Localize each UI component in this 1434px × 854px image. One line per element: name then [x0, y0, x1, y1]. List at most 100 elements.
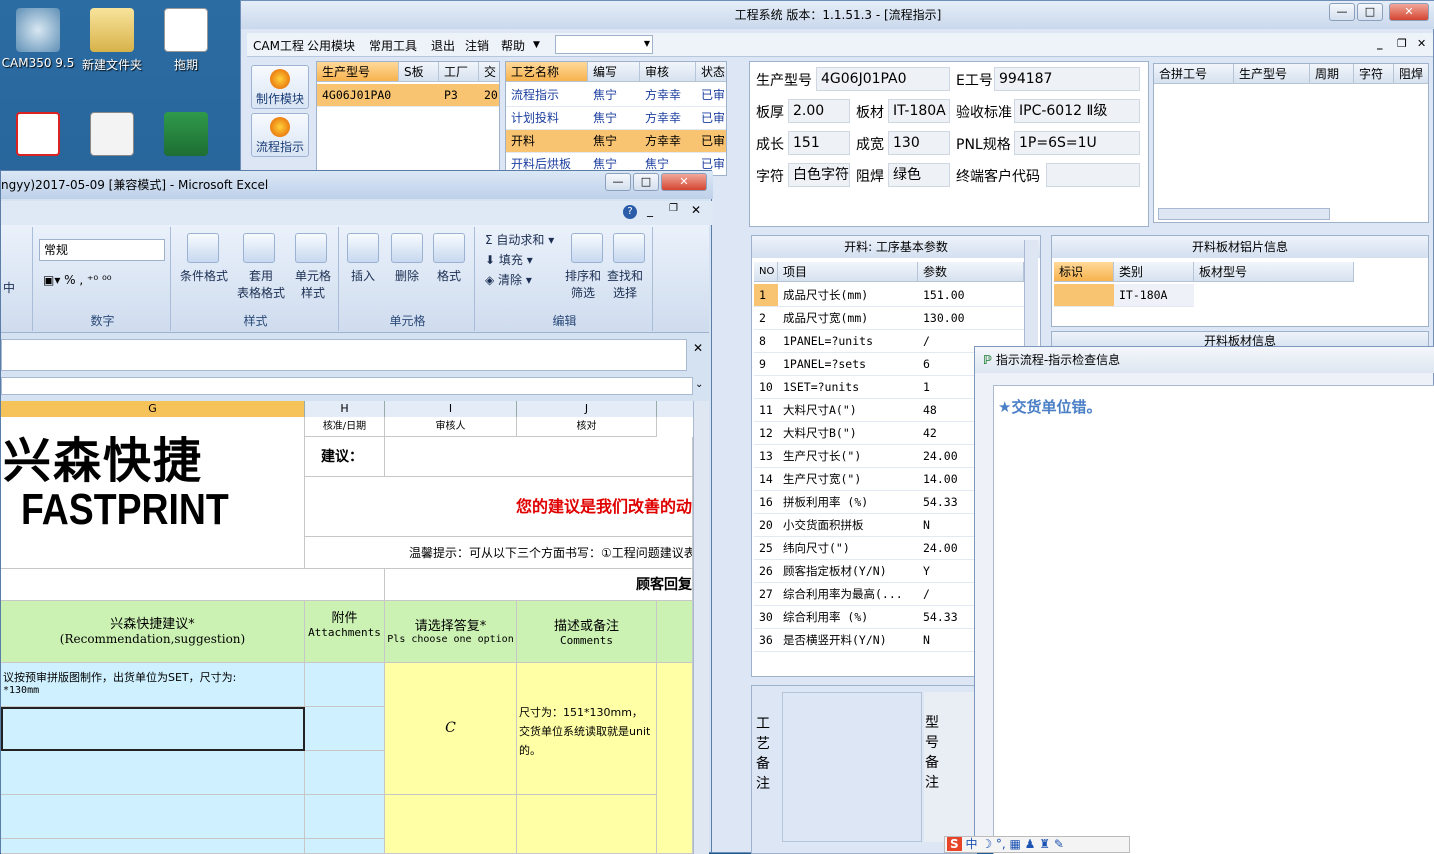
find-select-icon[interactable]	[613, 233, 645, 263]
table-cell[interactable]	[1, 751, 305, 795]
params-header[interactable]: 项目	[778, 262, 918, 282]
ribbon-restore-icon[interactable]: ❐	[669, 203, 678, 214]
desktop-icon-pdf-doc[interactable]	[74, 112, 150, 160]
menu-overflow-icon[interactable]: ▼	[533, 40, 540, 50]
material-field[interactable]: IT-180A	[888, 99, 950, 123]
sheet-cell[interactable]	[1054, 284, 1114, 307]
table-cell[interactable]	[657, 663, 693, 854]
column-header-j[interactable]: J	[517, 401, 657, 417]
param-cell[interactable]: 1SET=?units	[778, 376, 918, 399]
formula-close-icon[interactable]: ✕	[693, 341, 703, 355]
col2-header[interactable]: 附件 Attachments	[305, 601, 385, 663]
char-field[interactable]: 白色字符	[788, 163, 850, 187]
process-cell[interactable]: 流程指示	[506, 84, 588, 107]
selected-cell[interactable]	[1, 707, 305, 751]
param-cell[interactable]: 151.00	[918, 284, 1024, 307]
make-module-button[interactable]: 制作模块	[251, 65, 309, 109]
cell-styles-button[interactable]: 单元格 样式	[289, 267, 337, 301]
excel-minimize-icon[interactable]: —	[605, 173, 631, 191]
col3-header[interactable]: 请选择答复* Pls choose one option	[385, 601, 517, 663]
pnl-field[interactable]: 1P=6S=1U	[1014, 131, 1140, 155]
param-cell[interactable]: 顾客指定板材(Y/N)	[778, 560, 918, 583]
sheet-header[interactable]: 板材型号	[1194, 262, 1354, 282]
menu-cam[interactable]: CAM工程	[253, 37, 304, 54]
merge-header[interactable]: 合拼工号	[1154, 64, 1234, 84]
process-cell[interactable]: 焦宁	[588, 130, 640, 153]
mdi-restore-icon[interactable]: ❐	[1397, 37, 1407, 50]
cell-j-top[interactable]: 核对	[517, 417, 657, 437]
process-header[interactable]: 编写	[588, 62, 640, 82]
param-cell[interactable]: 生产尺寸宽(")	[778, 468, 918, 491]
blank-cell[interactable]	[1, 569, 385, 601]
expand-formula-icon[interactable]: ⌄	[695, 379, 703, 390]
dialog-message-area[interactable]: ★交货单位错。	[993, 385, 1434, 854]
column-header-g[interactable]: G	[1, 401, 305, 417]
insert-button[interactable]: 插入	[351, 267, 375, 284]
reply-cell[interactable]: 顾客回复	[385, 569, 693, 601]
process-header[interactable]: 状态	[696, 62, 726, 82]
process-cell[interactable]: 方幸幸	[640, 84, 696, 107]
sheet-header[interactable]: 类别	[1114, 262, 1194, 282]
process-cell[interactable]: 方幸幸	[640, 107, 696, 130]
minimize-icon[interactable]: —	[1329, 3, 1355, 21]
mdi-minimize-icon[interactable]: _	[1377, 37, 1383, 50]
table-format-icon[interactable]	[243, 233, 275, 263]
standard-field[interactable]: IPC-6012 Ⅱ级	[1014, 99, 1140, 123]
params-header[interactable]: 参数	[918, 262, 1024, 282]
param-cell[interactable]: 1PANEL=?units	[778, 330, 918, 353]
menu-common-module[interactable]: 公用模块	[307, 37, 355, 54]
param-cell[interactable]: 11	[754, 399, 778, 422]
param-cell[interactable]: 13	[754, 445, 778, 468]
sheet-cell[interactable]: IT-180A	[1114, 284, 1194, 307]
merge-header[interactable]: 字符	[1354, 64, 1394, 84]
param-cell[interactable]: 130.00	[918, 307, 1024, 330]
table-cell[interactable]	[305, 795, 385, 839]
autosum-button[interactable]: Σ 自动求和 ▾	[485, 231, 554, 248]
menu-exit[interactable]: 退出	[431, 37, 455, 54]
ribbon-close-icon[interactable]: ✕	[691, 203, 701, 217]
param-cell[interactable]: 12	[754, 422, 778, 445]
table-cell[interactable]	[305, 751, 385, 795]
customer-code-field[interactable]	[1046, 163, 1140, 187]
order-header[interactable]: 交	[479, 62, 499, 82]
menu-combo[interactable]: ▼	[555, 35, 653, 54]
param-cell[interactable]: 1PANEL=?sets	[778, 353, 918, 376]
order-cell[interactable]: 4G06J01PA0	[317, 84, 439, 107]
sort-filter-icon[interactable]	[571, 233, 603, 263]
process-cell[interactable]: 已审	[696, 84, 726, 107]
table-cell[interactable]	[305, 707, 385, 751]
delete-icon[interactable]	[391, 233, 423, 263]
merge-header[interactable]: 阻焊	[1394, 64, 1428, 84]
param-cell[interactable]: 36	[754, 629, 778, 652]
menu-logout[interactable]: 注销	[465, 37, 489, 54]
param-cell[interactable]: 16	[754, 491, 778, 514]
col1-header[interactable]: 兴森快捷建议* (Recommendation,suggestion)	[1, 601, 305, 663]
excel-maximize-icon[interactable]: □	[633, 173, 659, 191]
length-field[interactable]: 151	[788, 131, 850, 155]
process-cell[interactable]: 方幸幸	[640, 130, 696, 153]
number-format-select[interactable]: 常规	[39, 239, 165, 261]
delete-button[interactable]: 删除	[395, 267, 419, 284]
desktop-icon-new-folder[interactable]: 新建文件夹	[74, 8, 150, 73]
order-header[interactable]: 生产型号	[317, 62, 399, 82]
ribbon-minimize-icon[interactable]: _	[647, 203, 653, 217]
param-cell[interactable]: 综合利用率为最高(...	[778, 583, 918, 606]
param-cell[interactable]: 纬向尺寸(")	[778, 537, 918, 560]
clear-button[interactable]: ◈ 清除 ▾	[485, 271, 532, 288]
excel-close-icon[interactable]: ✕	[661, 173, 707, 191]
param-cell[interactable]: 生产尺寸长(")	[778, 445, 918, 468]
table-cell[interactable]	[305, 663, 385, 707]
process-cell[interactable]: 开料	[506, 130, 588, 153]
table-cell[interactable]	[1, 839, 305, 854]
close-icon[interactable]: ✕	[1389, 3, 1429, 21]
process-cell[interactable]: 焦宁	[588, 84, 640, 107]
format-icon[interactable]	[433, 233, 465, 263]
cell-i-top[interactable]: 审核人	[385, 417, 517, 437]
horizontal-scrollbar[interactable]	[1158, 208, 1330, 220]
param-cell[interactable]: 拼板利用率 (%)	[778, 491, 918, 514]
param-cell[interactable]: 14	[754, 468, 778, 491]
find-select-button[interactable]: 查找和 选择	[607, 267, 643, 301]
formula-bar[interactable]	[1, 339, 687, 371]
mask-field[interactable]: 绿色	[888, 163, 950, 187]
param-cell[interactable]: 9	[754, 353, 778, 376]
